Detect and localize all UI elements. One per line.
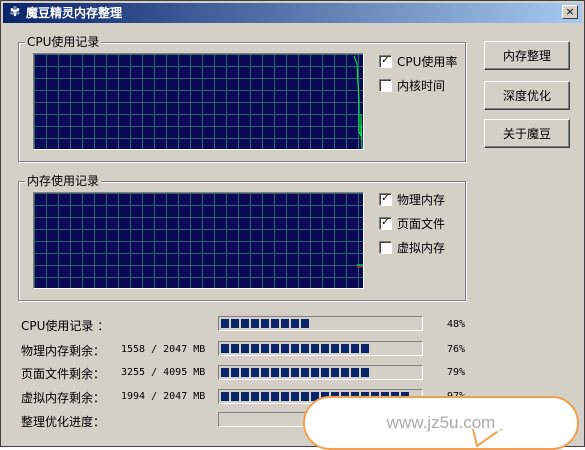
- app-window: ✾ 魔豆精灵内存整理 × CPU使用记录 ✓ CPU使用率 内核时间 内存使用记…: [0, 0, 585, 450]
- cpu-progress-bar: [218, 316, 423, 331]
- cpu-usage-checkbox-label: CPU使用率: [397, 54, 458, 69]
- watermark-bubble-tail: [471, 429, 503, 447]
- cpu-usage-line: [353, 55, 363, 149]
- kernel-time-checkmark: [379, 78, 392, 92]
- kernel-time-checkbox-label: 内核时间: [397, 78, 446, 93]
- virtual-memory-checkmark: [379, 240, 392, 254]
- deep-optimize-button[interactable]: 深度优化: [484, 81, 570, 110]
- memory-group-label: 内存使用记录: [25, 174, 102, 188]
- close-button[interactable]: ×: [562, 5, 578, 19]
- app-icon: ✾: [9, 5, 21, 20]
- physical-memory-checkbox[interactable]: ✓ 物理内存: [379, 191, 445, 207]
- cpu-usage-checkbox[interactable]: ✓ CPU使用率: [379, 53, 457, 69]
- window-title: 魔豆精灵内存整理: [26, 6, 123, 20]
- memory-cleanup-button[interactable]: 内存整理: [484, 41, 570, 70]
- physical-memory-stat-label: 物理内存剩余：: [21, 344, 106, 358]
- about-button[interactable]: 关于魔豆: [484, 119, 570, 148]
- virtual-memory-checkbox-label: 虚拟内存: [397, 240, 446, 255]
- virtual-memory-stat-label: 虚拟内存剩余：: [21, 391, 106, 405]
- physical-memory-value: 1558 / 2047 MB: [121, 344, 206, 355]
- memory-usage-lines: [357, 264, 363, 268]
- title-bar[interactable]: ✾ 魔豆精灵内存整理 ×: [3, 3, 582, 23]
- physical-memory-progress-fill: [221, 344, 371, 353]
- physical-memory-percent: 76%: [446, 344, 465, 355]
- cpu-percent: 48%: [446, 319, 465, 330]
- page-file-checkbox[interactable]: ✓ 页面文件: [379, 215, 445, 231]
- page-file-value: 3255 / 4095 MB: [121, 367, 206, 378]
- cpu-graph: [33, 53, 364, 150]
- cpu-group-label: CPU使用记录: [25, 35, 102, 49]
- page-file-percent: 79%: [446, 367, 465, 378]
- virtual-memory-value: 1994 / 2047 MB: [121, 391, 206, 402]
- kernel-time-checkbox[interactable]: 内核时间: [379, 77, 445, 93]
- cpu-stat-label: CPU使用记录 ：: [21, 319, 110, 333]
- watermark-text: www.jz5u.com: [386, 413, 496, 432]
- watermark-bubble: www.jz5u.com: [303, 396, 579, 450]
- physical-memory-checkmark: ✓: [379, 192, 392, 206]
- page-file-checkbox-label: 页面文件: [397, 216, 446, 231]
- page-file-stat-label: 页面文件剩余：: [21, 367, 106, 381]
- page-file-progress-bar: [218, 365, 423, 380]
- cpu-usage-checkmark: ✓: [379, 54, 392, 68]
- page-file-checkmark: ✓: [379, 216, 392, 230]
- virtual-memory-checkbox[interactable]: 虚拟内存: [379, 239, 445, 255]
- optimize-progress-label: 整理优化进度：: [21, 415, 106, 429]
- page-file-progress-fill: [221, 368, 371, 377]
- physical-memory-progress-bar: [218, 341, 423, 356]
- physical-memory-checkbox-label: 物理内存: [397, 192, 446, 207]
- cpu-progress-fill: [221, 319, 311, 328]
- memory-graph: [33, 192, 364, 289]
